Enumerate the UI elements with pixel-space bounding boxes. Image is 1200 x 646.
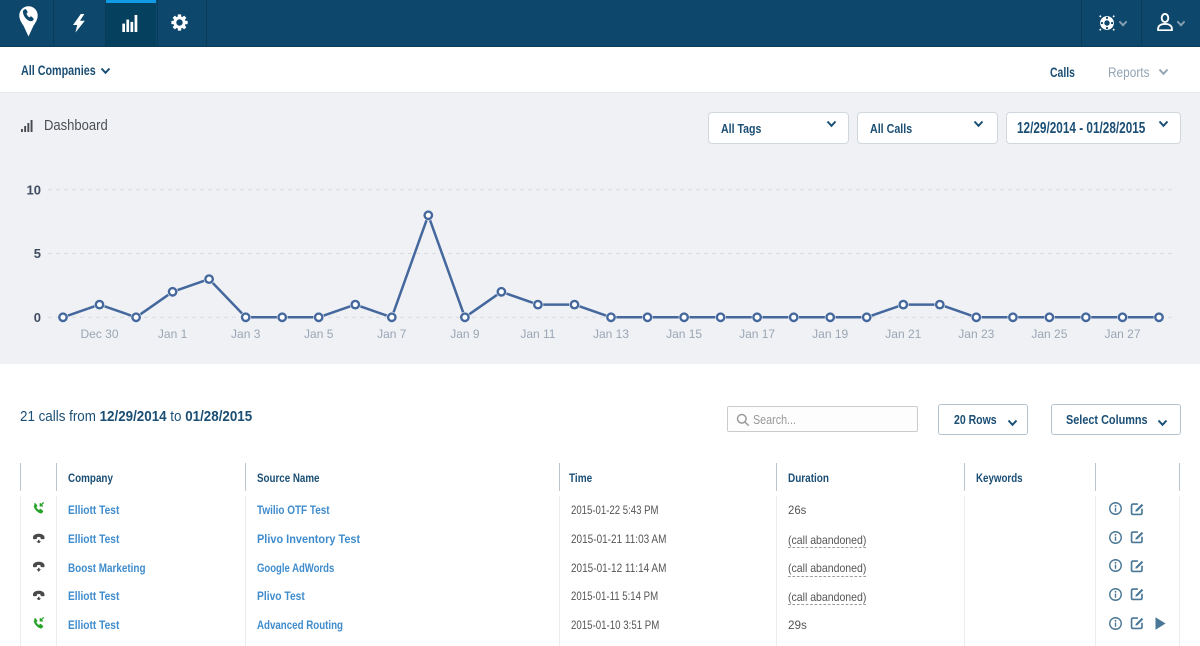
svg-text:Jan 17: Jan 17 xyxy=(739,327,775,341)
svg-text:Jan 27: Jan 27 xyxy=(1104,327,1140,341)
svg-text:Dec 30: Dec 30 xyxy=(80,327,118,341)
svg-text:Jan 15: Jan 15 xyxy=(666,327,702,341)
svg-text:Jan 11: Jan 11 xyxy=(520,327,555,341)
svg-text:Jan 5: Jan 5 xyxy=(304,327,334,341)
svg-text:5: 5 xyxy=(34,246,41,261)
svg-text:Jan 9: Jan 9 xyxy=(450,327,480,341)
svg-text:Jan 3: Jan 3 xyxy=(231,327,261,341)
svg-text:0: 0 xyxy=(34,310,41,325)
svg-text:Jan 21: Jan 21 xyxy=(885,327,921,341)
svg-text:Jan 19: Jan 19 xyxy=(812,327,848,341)
svg-text:Jan 25: Jan 25 xyxy=(1031,327,1067,341)
svg-text:Jan 13: Jan 13 xyxy=(593,327,629,341)
svg-text:10: 10 xyxy=(27,182,41,197)
svg-text:Jan 1: Jan 1 xyxy=(158,327,188,341)
svg-text:Jan 7: Jan 7 xyxy=(377,327,407,341)
svg-text:Jan 23: Jan 23 xyxy=(958,327,994,341)
